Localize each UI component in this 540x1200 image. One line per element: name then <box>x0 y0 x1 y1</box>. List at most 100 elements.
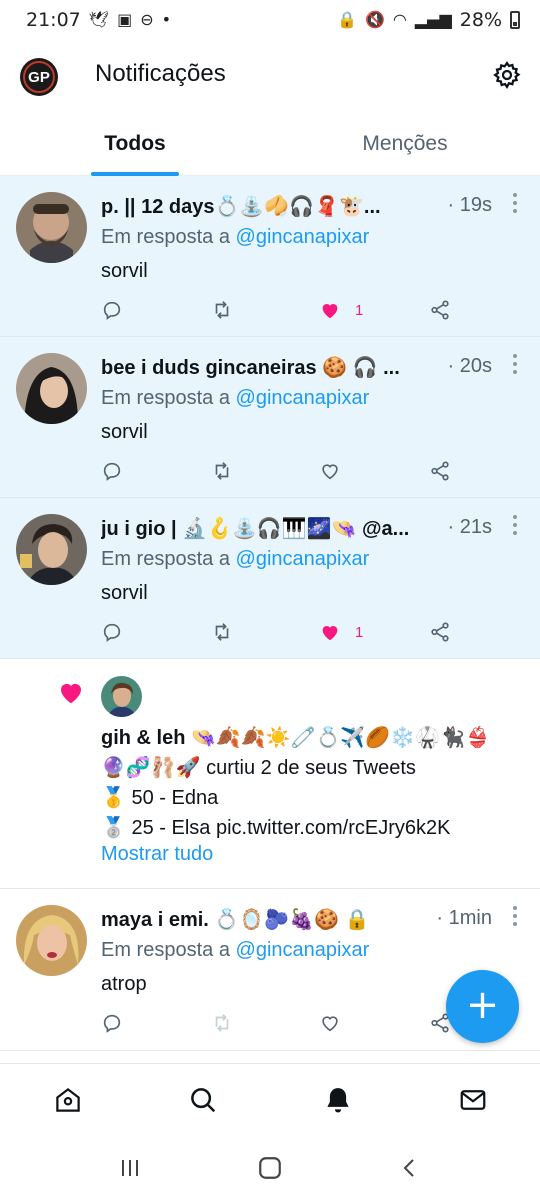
bottom-navigation <box>0 1063 540 1135</box>
reply-prefix: Em resposta a <box>101 387 236 409</box>
notifications-feed: p. || 12 days💍⛲🥠🎧🧣🐮... · 19s Em resposta… <box>0 176 540 1051</box>
reply-context: Em resposta a @gincanapixar <box>101 387 369 410</box>
share-button[interactable] <box>429 618 451 646</box>
tab-todos[interactable]: Todos <box>0 112 270 176</box>
more-options-icon[interactable] <box>512 192 518 214</box>
like-button[interactable]: 1 <box>319 296 363 324</box>
reply-handle-link[interactable]: @gincanapixar <box>236 387 370 409</box>
battery-text: 28% <box>459 9 502 31</box>
liker-name[interactable]: gih & leh <box>101 727 185 749</box>
avatar[interactable] <box>16 192 87 263</box>
liked-tweet-line-1: 50 - Edna <box>125 787 219 809</box>
tweet-text: sorvil <box>101 260 148 282</box>
back-button[interactable] <box>390 1148 430 1188</box>
search-icon <box>190 1087 215 1112</box>
avatar[interactable] <box>16 514 87 585</box>
lock-icon: 🔒 <box>337 10 357 29</box>
profile-avatar[interactable]: GP <box>20 58 58 96</box>
more-options-icon[interactable] <box>512 905 518 927</box>
author-name[interactable]: bee i duds gincaneiras 🍪 🎧 ... <box>101 355 441 380</box>
tweet-text: atrop <box>101 973 147 995</box>
reply-icon <box>103 623 121 642</box>
reply-handle-link[interactable]: @gincanapixar <box>236 226 370 248</box>
reply-prefix: Em resposta a <box>101 939 236 961</box>
share-button[interactable] <box>429 457 451 485</box>
liked-tweet-line-2: 25 - Elsa pic.twitter.com/rcEJry6k2K <box>125 817 451 839</box>
show-all-link[interactable]: Mostrar tudo <box>101 843 213 866</box>
retweet-button[interactable] <box>211 1009 233 1037</box>
notification-like[interactable]: gih & leh 👒🍂🍂☀️🧷💍✈️🏉❄️🥋🐈‍⬛👙 🔮🧬🩰🚀 curtiu … <box>0 659 540 889</box>
avatar[interactable] <box>16 905 87 976</box>
header: GP Notificações <box>0 40 540 112</box>
heart-outline-icon <box>322 464 338 480</box>
like-button[interactable] <box>319 1009 341 1037</box>
signal-icon: ▂▄▆ <box>414 10 452 29</box>
notification-tabs: Todos Menções <box>0 112 540 176</box>
notification-reply[interactable]: p. || 12 days💍⛲🥠🎧🧣🐮... · 19s Em resposta… <box>0 176 540 337</box>
system-navigation <box>0 1135 540 1200</box>
nav-search[interactable] <box>186 1083 220 1117</box>
twitter-status-icon: 🕊 <box>88 10 110 29</box>
dnd-icon: ⊖ <box>140 10 154 29</box>
reply-context: Em resposta a @gincanapixar <box>101 548 369 571</box>
avatar[interactable] <box>16 353 87 424</box>
tab-mencoes-label: Menções <box>362 132 448 155</box>
timestamp: · 19s <box>447 194 492 216</box>
silver-medal-icon: 🥈 <box>101 817 126 839</box>
plus-icon: + <box>465 981 500 1028</box>
avatar-initials: GP <box>28 68 50 86</box>
recent-apps-icon <box>122 1159 138 1176</box>
recent-apps-button[interactable] <box>110 1148 150 1188</box>
more-options-icon[interactable] <box>512 514 518 536</box>
author-name[interactable]: ju i gio | 🔬🪝⛲🎧🎹🌌👒 @a... <box>101 516 441 541</box>
retweet-button[interactable] <box>211 618 233 646</box>
reply-icon <box>103 301 121 320</box>
gold-medal-icon: 🥇 <box>101 787 126 809</box>
nav-home[interactable] <box>51 1083 85 1117</box>
status-time: 21:07 <box>26 9 81 31</box>
reply-handle-link[interactable]: @gincanapixar <box>236 939 370 961</box>
reply-button[interactable] <box>101 296 123 324</box>
retweet-icon <box>215 462 229 480</box>
bell-icon <box>326 1087 349 1112</box>
reply-prefix: Em resposta a <box>101 226 236 248</box>
reply-button[interactable] <box>101 457 123 485</box>
tweet-text: sorvil <box>101 421 148 443</box>
like-button[interactable]: 1 <box>319 618 363 646</box>
like-button[interactable] <box>319 457 341 485</box>
reply-context: Em resposta a @gincanapixar <box>101 226 369 249</box>
like-count: 1 <box>355 623 364 641</box>
heart-filled-icon <box>322 626 338 641</box>
retweet-button[interactable] <box>211 296 233 324</box>
reply-button[interactable] <box>101 1009 123 1037</box>
timestamp: · 21s <box>447 516 492 538</box>
notification-reply[interactable]: ju i gio | 🔬🪝⛲🎧🎹🌌👒 @a... · 21s Em respos… <box>0 498 540 659</box>
page-title: Notificações <box>95 60 226 87</box>
avatar[interactable] <box>101 676 142 717</box>
status-bar: 21:07 🕊 ▣ ⊖ • 🔒 🔇 ◠ ▂▄▆ 28% <box>0 0 540 40</box>
more-options-icon[interactable] <box>512 353 518 375</box>
reply-handle-link[interactable]: @gincanapixar <box>236 548 370 570</box>
heart-icon <box>61 683 81 704</box>
like-action-text: curtiu 2 de seus Tweets <box>200 757 416 779</box>
author-name[interactable]: p. || 12 days💍⛲🥠🎧🧣🐮... <box>101 194 441 219</box>
reply-button[interactable] <box>101 618 123 646</box>
nav-notifications[interactable] <box>321 1083 355 1117</box>
retweet-icon <box>215 623 229 641</box>
compose-tweet-button[interactable]: + <box>446 970 519 1043</box>
notification-reply[interactable]: bee i duds gincaneiras 🍪 🎧 ... · 20s Em … <box>0 337 540 498</box>
battery-icon <box>510 11 520 29</box>
author-name[interactable]: maya i emi. 💍🪞🫐🍇🍪 🔒 <box>101 907 441 932</box>
mute-icon: 🔇 <box>364 10 385 29</box>
tab-mencoes[interactable]: Menções <box>270 112 540 175</box>
liker-name-emojis: 👒🍂🍂☀️🧷💍✈️🏉❄️🥋🐈‍⬛👙 <box>191 727 490 749</box>
retweet-button[interactable] <box>211 457 233 485</box>
share-button[interactable] <box>429 296 451 324</box>
system-home-button[interactable] <box>250 1148 290 1188</box>
tweet-actions: 1 <box>101 618 481 646</box>
timestamp: · 1min <box>436 907 492 929</box>
timestamp: · 20s <box>447 355 492 377</box>
nav-messages[interactable] <box>456 1083 490 1117</box>
gear-icon[interactable] <box>492 60 522 90</box>
voicemail-icon: ▣ <box>117 10 133 29</box>
